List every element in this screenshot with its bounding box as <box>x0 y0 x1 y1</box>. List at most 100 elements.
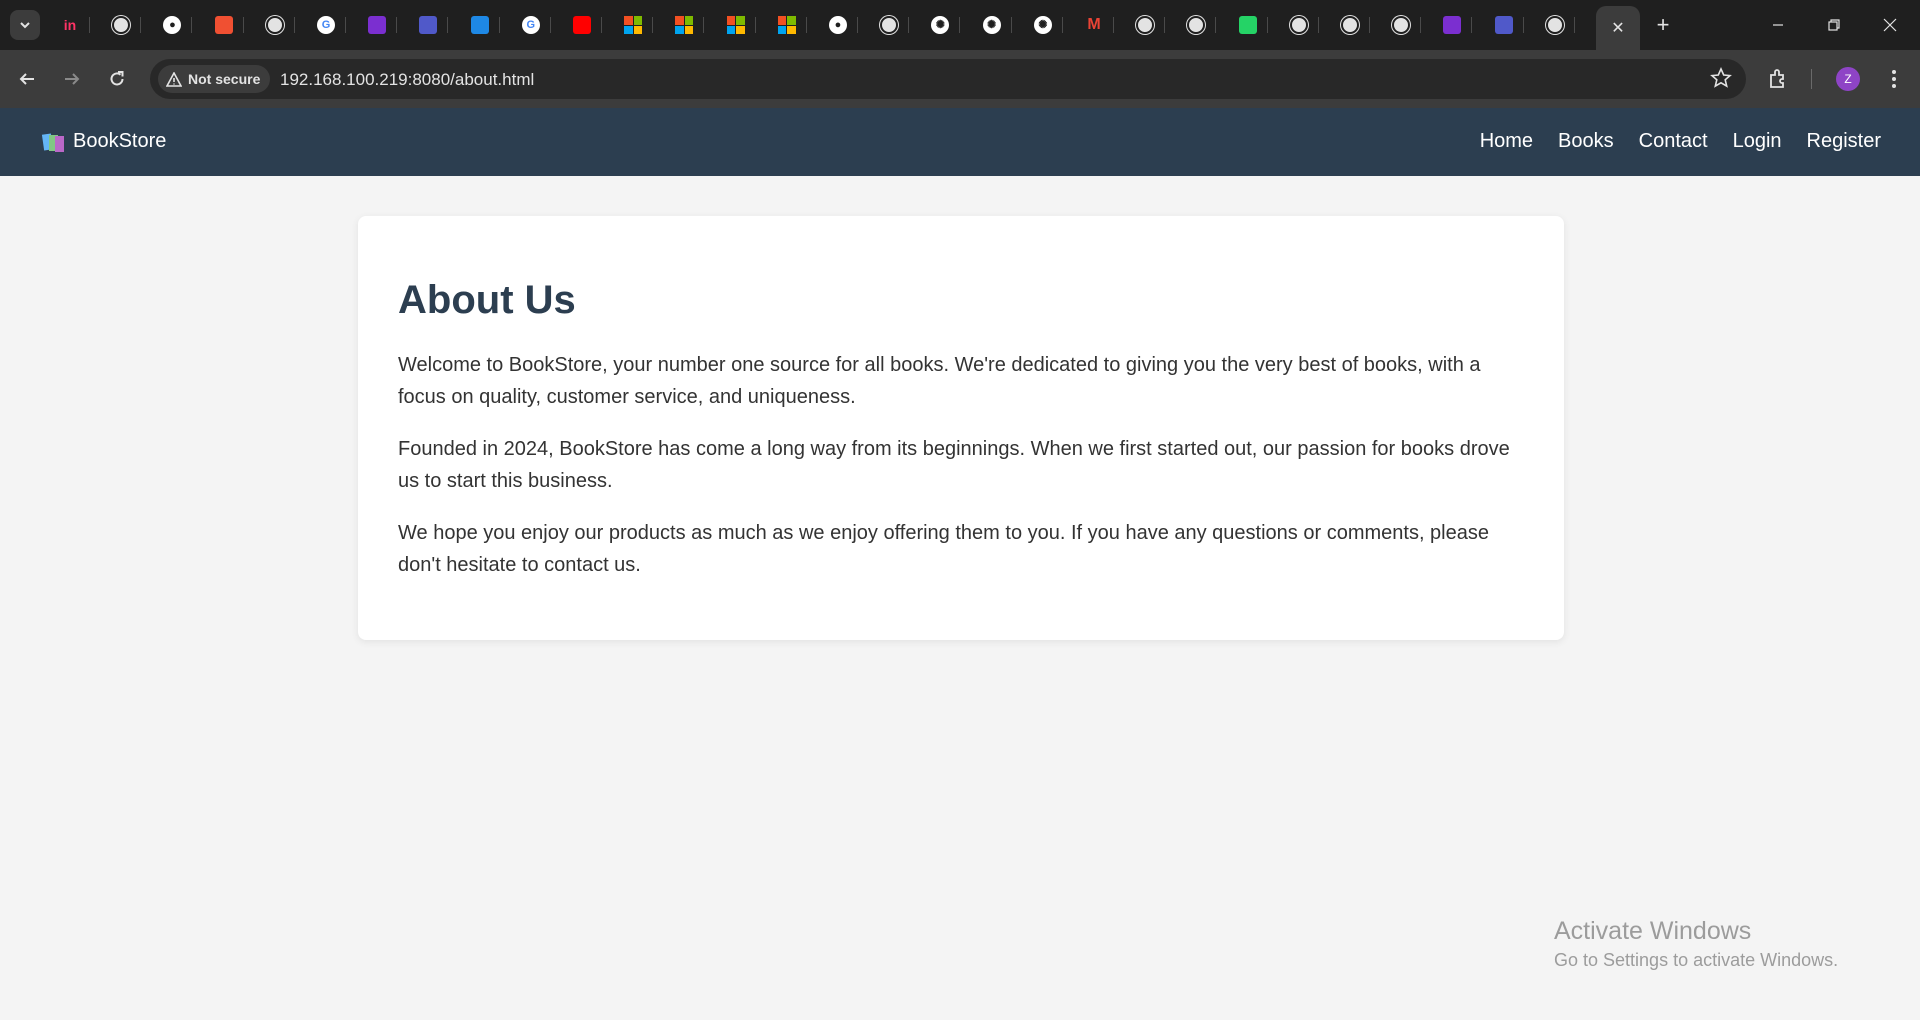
about-card: About Us Welcome to BookStore, your numb… <box>358 216 1564 640</box>
browser-tab[interactable] <box>204 7 244 43</box>
browser-tab[interactable]: ✺ <box>920 7 961 43</box>
restore-button[interactable] <box>1814 10 1854 40</box>
youtube-icon <box>573 16 591 34</box>
browser-tab[interactable]: G <box>511 7 551 43</box>
browser-tab[interactable] <box>767 7 807 43</box>
microsoft-icon <box>726 16 745 34</box>
security-indicator[interactable]: Not secure <box>158 65 271 93</box>
browser-tab[interactable] <box>357 7 398 43</box>
restore-icon <box>1828 19 1840 31</box>
close-window-button[interactable] <box>1870 10 1910 40</box>
nav-books[interactable]: Books <box>1558 130 1614 153</box>
tab-separator <box>1471 17 1473 33</box>
tab-separator <box>549 17 551 33</box>
browser-toolbar: Not secure 192.168.100.219:8080/about.ht… <box>0 50 1920 108</box>
translator-icon <box>470 16 489 34</box>
forward-button[interactable] <box>57 64 87 94</box>
microsoft-icon <box>675 16 694 34</box>
chevron-down-icon <box>20 22 30 29</box>
browser-tab[interactable] <box>1484 7 1524 43</box>
browser-tab[interactable]: G <box>306 7 346 43</box>
tab-separator <box>498 17 500 33</box>
close-icon <box>1883 18 1897 32</box>
tab-separator <box>1266 17 1268 33</box>
brand-link[interactable]: BookStore <box>41 130 167 153</box>
tab-separator <box>1369 17 1370 33</box>
reload-button[interactable] <box>102 64 132 94</box>
tab-separator <box>345 17 346 33</box>
brand-name: BookStore <box>73 130 167 152</box>
reload-icon <box>110 71 124 86</box>
browser-tab[interactable] <box>1535 7 1575 43</box>
tab-separator <box>1164 17 1166 33</box>
minimize-button[interactable] <box>1758 10 1798 40</box>
tab-separator <box>703 17 705 33</box>
microsoft-icon <box>777 16 796 34</box>
browser-tab[interactable] <box>460 7 500 43</box>
nav-register[interactable]: Register <box>1807 130 1881 153</box>
browser-tab[interactable] <box>1381 7 1422 43</box>
browser-tab[interactable] <box>613 7 654 43</box>
arrow-left-icon <box>19 73 34 85</box>
tab-separator <box>908 17 910 33</box>
browser-tab[interactable] <box>255 7 295 43</box>
browser-tab[interactable] <box>869 7 910 43</box>
browser-tab[interactable]: ● <box>818 7 858 43</box>
browser-tab[interactable] <box>101 7 142 43</box>
about-paragraph-2: Founded in 2024, BookStore has come a lo… <box>398 438 1510 492</box>
active-tab[interactable]: ✕ <box>1596 6 1640 50</box>
nav-login[interactable]: Login <box>1733 130 1782 153</box>
browser-tab[interactable] <box>1228 7 1268 43</box>
browser-tab[interactable] <box>1279 7 1319 43</box>
watermark-subtitle: Go to Settings to activate Windows. <box>1554 950 1839 970</box>
browser-tab[interactable]: ● <box>152 7 193 43</box>
address-bar[interactable]: Not secure 192.168.100.219:8080/about.ht… <box>150 59 1746 99</box>
whatsapp-icon <box>1238 16 1257 34</box>
browser-tab[interactable] <box>562 7 602 43</box>
tab-separator <box>89 17 90 33</box>
browser-tab[interactable] <box>1432 7 1473 43</box>
tab-separator <box>396 17 398 33</box>
new-tab-button[interactable]: + <box>1650 12 1676 38</box>
globe-icon <box>1392 16 1411 34</box>
nav-home[interactable]: Home <box>1480 130 1533 153</box>
tab-separator <box>1061 17 1063 33</box>
browser-tab[interactable] <box>664 7 705 43</box>
url-text[interactable]: 192.168.100.219:8080/about.html <box>280 70 534 90</box>
tab-separator <box>293 17 295 33</box>
browser-tab[interactable] <box>408 7 449 43</box>
browser-tab[interactable]: ✺ <box>1023 7 1063 43</box>
security-label: Not secure <box>188 71 261 87</box>
back-button[interactable] <box>12 64 42 94</box>
nav-contact[interactable]: Contact <box>1639 130 1708 153</box>
minimize-icon <box>1773 24 1783 26</box>
browser-menu-button[interactable] <box>1884 64 1904 94</box>
books-icon <box>41 132 65 152</box>
browser-tab[interactable] <box>1176 7 1217 43</box>
extensions-icon[interactable] <box>1766 66 1792 92</box>
tab-separator <box>1010 17 1012 33</box>
browser-tab[interactable]: in <box>50 7 90 43</box>
globe-icon <box>265 16 284 34</box>
page-title: About Us <box>398 278 576 322</box>
globe-icon <box>112 16 131 34</box>
google-icon: G <box>521 16 540 34</box>
tab-search-button[interactable] <box>10 10 40 40</box>
browser-tab[interactable]: M <box>1074 7 1114 43</box>
globe-icon <box>1341 16 1359 34</box>
chatgpt-icon: ✺ <box>931 16 950 34</box>
browser-tab[interactable] <box>716 7 756 43</box>
profile-avatar[interactable]: Z <box>1836 67 1860 91</box>
tab-separator <box>1573 17 1575 33</box>
browser-tab[interactable] <box>1330 7 1370 43</box>
browser-tab[interactable]: ✺ <box>972 7 1012 43</box>
globe-icon <box>1545 16 1564 34</box>
warning-icon <box>166 71 182 87</box>
close-tab-icon[interactable]: ✕ <box>1611 18 1624 38</box>
about-paragraph-3: We hope you enjoy our products as much a… <box>398 522 1489 576</box>
bookmark-star-icon[interactable] <box>1710 67 1732 89</box>
tab-separator <box>601 17 602 33</box>
main-nav: Home Books Contact Login Register <box>1480 130 1881 153</box>
globe-icon <box>1187 16 1206 34</box>
browser-tab[interactable] <box>1125 7 1166 43</box>
